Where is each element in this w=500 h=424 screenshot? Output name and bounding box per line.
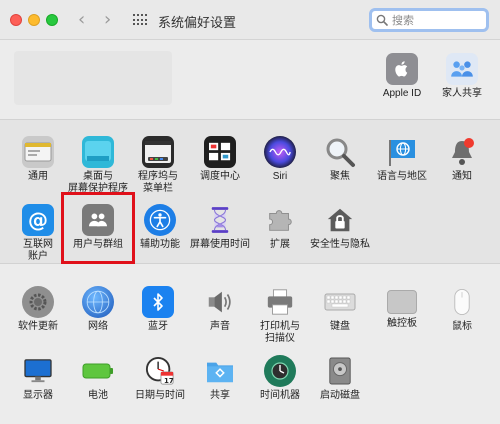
fullscreen-window-button[interactable] <box>46 14 58 26</box>
pref-family-sharing[interactable]: 家人共享 <box>424 53 500 100</box>
pref-label: 鼠标 <box>452 321 472 332</box>
disk-icon <box>324 355 356 387</box>
pref-label: 通知 <box>452 171 472 182</box>
pref-label: 家人共享 <box>442 88 482 99</box>
house-lock-icon <box>324 204 356 236</box>
accessibility-icon <box>144 204 176 236</box>
folder-share-icon <box>204 355 236 387</box>
speaker-icon <box>204 286 236 318</box>
clock-calendar-icon: 17 <box>144 355 176 387</box>
hourglass-icon <box>204 204 236 236</box>
at-sign-icon: @ <box>22 204 54 236</box>
globe-network-icon <box>82 286 114 318</box>
user-profile-blurred[interactable] <box>14 51 172 105</box>
bluetooth-icon <box>142 286 174 318</box>
window-title: 系统偏好设置 <box>158 15 237 30</box>
puzzle-icon <box>264 204 296 236</box>
apple-logo-icon <box>386 53 418 85</box>
language-flag-icon <box>386 136 418 168</box>
trackpad-icon <box>387 290 417 314</box>
pref-mouse[interactable]: 鼠标 <box>424 286 500 333</box>
time-machine-icon <box>264 355 296 387</box>
account-area: Apple ID 家人共享 <box>0 41 500 119</box>
family-sharing-icon <box>446 53 478 85</box>
close-window-button[interactable] <box>10 14 22 26</box>
minimize-window-button[interactable] <box>28 14 40 26</box>
pref-label: 安全性与隐私 <box>310 239 370 250</box>
mission-control-icon <box>204 136 236 168</box>
search-icon <box>376 14 388 26</box>
general-icon <box>22 136 54 168</box>
keyboard-icon <box>324 286 356 318</box>
printer-icon <box>264 286 296 318</box>
pref-security-privacy[interactable]: 安全性与隐私 <box>302 204 378 251</box>
siri-icon <box>264 136 296 168</box>
pref-label: 启动磁盘 <box>320 390 360 401</box>
back-button[interactable]: ‹ <box>78 10 85 30</box>
search-field[interactable] <box>369 8 489 32</box>
search-input[interactable] <box>392 12 482 29</box>
title-bar: ‹ › 系统偏好设置 <box>0 0 500 40</box>
battery-icon <box>82 355 114 387</box>
pref-notifications[interactable]: 通知 <box>424 136 500 183</box>
gear-update-icon <box>22 286 54 318</box>
spotlight-icon <box>324 136 356 168</box>
show-all-grid-icon[interactable] <box>133 14 147 26</box>
forward-button[interactable]: › <box>104 10 111 30</box>
notification-bell-icon <box>446 136 478 168</box>
mouse-icon <box>446 286 478 318</box>
calendar-day-number: 17 <box>164 377 174 385</box>
selection-highlight-box <box>61 192 135 264</box>
desktop-icon <box>82 136 114 168</box>
pref-startup-disk[interactable]: 启动磁盘 <box>302 355 378 402</box>
display-icon <box>22 355 54 387</box>
dock-icon <box>142 136 174 168</box>
